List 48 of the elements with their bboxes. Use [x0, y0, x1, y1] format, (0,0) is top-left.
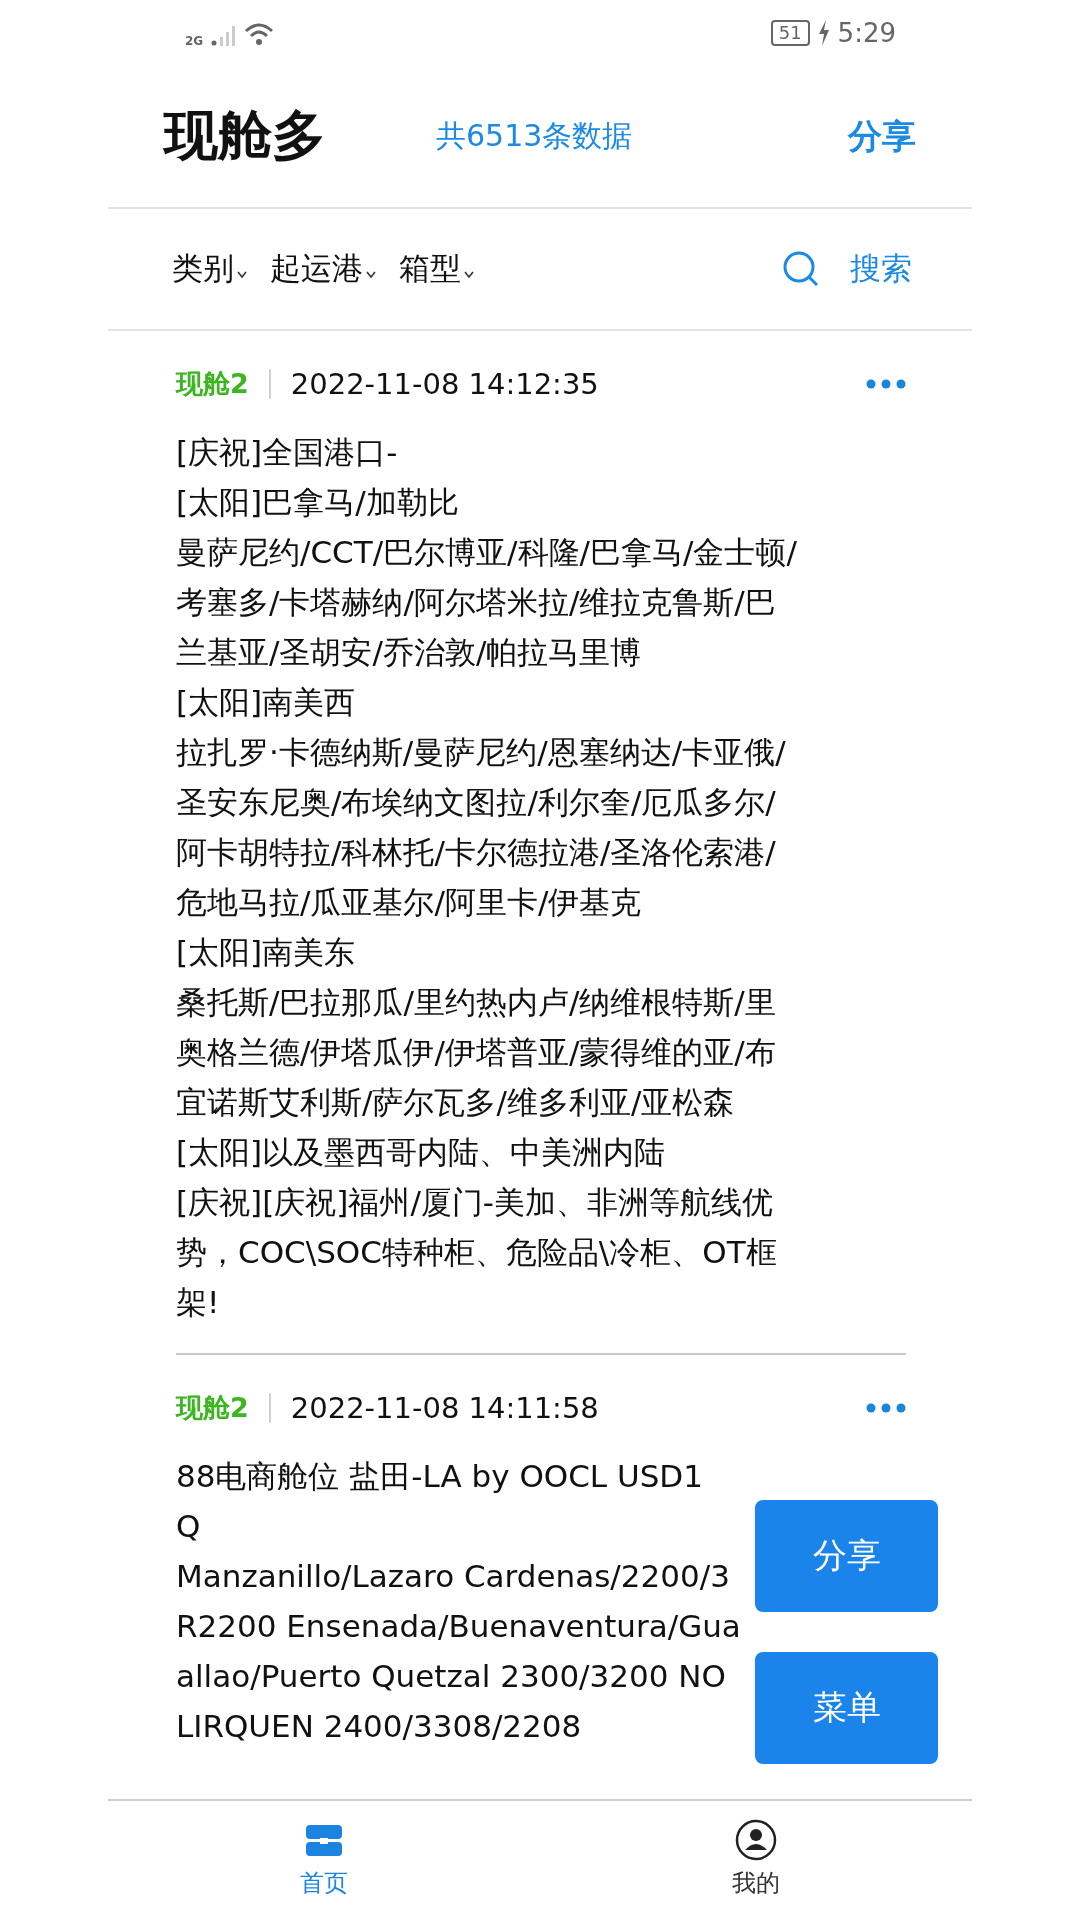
- filter-dropdown[interactable]: 箱型: [399, 248, 475, 290]
- post-text: 势，COC\SOC特种柜、危险品\冷柜、OT框: [176, 1233, 777, 1272]
- charging-icon: [817, 20, 830, 46]
- share-link[interactable]: 分享: [848, 113, 916, 160]
- post-text: [太阳]南美西: [176, 683, 356, 722]
- more-icon[interactable]: [866, 379, 906, 389]
- post-text: 兰基亚/圣胡安/乔治敦/帕拉马里博: [176, 633, 642, 672]
- wifi-icon: [244, 20, 275, 46]
- clock: 5:29: [837, 18, 896, 48]
- floating-button[interactable]: 分享: [755, 1500, 938, 1612]
- post-text: 88电商舱位 盐田-LA by OOCL USD1: [176, 1457, 703, 1496]
- post-text: allao/Puerto Quetzal 2300/3200 NO: [176, 1657, 726, 1696]
- post-text: LIRQUEN 2400/3308/2208: [176, 1707, 582, 1746]
- floating-button[interactable]: 菜单: [755, 1652, 938, 1764]
- post-time: 2022-11-08 14:12:35: [290, 367, 600, 401]
- nav-tab[interactable]: 我的: [540, 1801, 972, 1920]
- category-tag: 现舱2: [176, 366, 249, 402]
- filter-dropdown[interactable]: 类别: [172, 248, 248, 290]
- post-text: Q: [176, 1507, 201, 1546]
- post-text: R2200 Ensenada/Buenaventura/Gua: [176, 1607, 741, 1646]
- post-text: 奥格兰德/伊塔瓜伊/伊塔普亚/蒙得维的亚/布: [176, 1033, 776, 1072]
- post-text: 阿卡胡特拉/科林托/卡尔德拉港/圣洛伦索港/: [176, 833, 776, 872]
- filter-dropdown[interactable]: 起运港: [270, 248, 377, 290]
- post-time: 2022-11-08 14:11:58: [290, 1391, 600, 1425]
- post-text: 架!: [176, 1283, 220, 1322]
- network-type: 2G: [185, 34, 204, 48]
- search-icon[interactable]: [782, 250, 820, 288]
- post-text: 拉扎罗·卡德纳斯/曼萨尼约/恩塞纳达/卡亚俄/: [176, 733, 786, 772]
- post-text: [太阳]南美东: [176, 933, 356, 972]
- battery-level: 51: [770, 20, 810, 46]
- person-icon: [735, 1819, 777, 1861]
- post-text: [太阳]巴拿马/加勒比: [176, 483, 459, 522]
- app-title: 现舱多: [164, 103, 327, 169]
- post-text: [太阳]以及墨西哥内陆、中美洲内陆: [176, 1133, 666, 1172]
- post-text: 曼萨尼约/CCT/巴尔博亚/科隆/巴拿马/金士顿/: [176, 533, 797, 572]
- post-text: 圣安东尼奥/布埃纳文图拉/利尔奎/厄瓜多尔/: [176, 783, 776, 822]
- nav-tab[interactable]: 首页: [108, 1801, 540, 1920]
- post-text: [庆祝]全国港口-: [176, 433, 398, 472]
- record-count: 共6513条数据: [436, 117, 634, 155]
- more-icon[interactable]: [866, 1403, 906, 1413]
- post-text: 桑托斯/巴拉那瓜/里约热内卢/纳维根特斯/里: [176, 983, 776, 1022]
- post-text: 危地马拉/瓜亚基尔/阿里卡/伊基克: [176, 883, 642, 922]
- post-text: 宜诺斯艾利斯/萨尔瓦多/维多利亚/亚松森: [176, 1083, 735, 1122]
- post-text: 考塞多/卡塔赫纳/阿尔塔米拉/维拉克鲁斯/巴: [176, 583, 776, 622]
- search-link[interactable]: 搜索: [850, 248, 912, 290]
- post-text: Manzanillo/Lazaro Cardenas/2200/3: [176, 1557, 730, 1596]
- category-tag: 现舱2: [176, 1390, 249, 1426]
- post-text: [庆祝][庆祝]福州/厦门-美加、非洲等航线优: [176, 1183, 773, 1222]
